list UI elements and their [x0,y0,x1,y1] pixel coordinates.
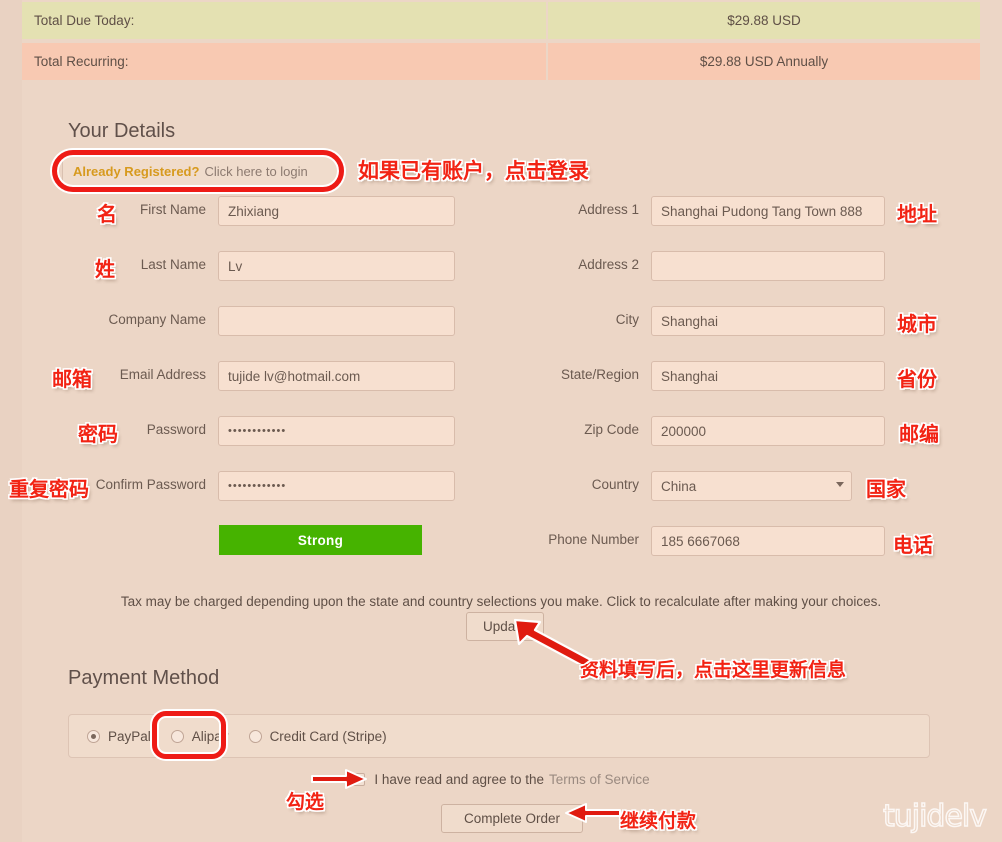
table-row: Total Recurring: $29.88 USD Annually [22,43,980,80]
annotation-city: 城市 [897,308,937,337]
payment-option-credit-card-label: Credit Card (Stripe) [270,729,387,744]
payment-option-paypal[interactable]: PayPal [87,729,151,744]
city-field: City [651,306,885,336]
state-region-label: State/Region [561,367,639,382]
password-label: Password [147,422,206,437]
last-name-input[interactable] [218,251,455,281]
table-row: Total Due Today: $29.88 USD [22,2,980,39]
page-left-edge [0,0,22,842]
address2-field: Address 2 [651,251,885,281]
annotation-state: 省份 [897,363,937,392]
order-totals-table: Total Due Today: $29.88 USD Total Recurr… [22,0,980,80]
annotation-last-name: 姓 [95,253,115,282]
country-field: Country [651,471,852,501]
zip-code-label: Zip Code [584,422,639,437]
phone-number-field: Phone Number [651,526,885,556]
address1-input[interactable] [651,196,885,226]
phone-number-label: Phone Number [548,532,639,547]
annotation-email: 邮箱 [52,363,92,392]
company-name-field: Company Name [218,306,455,336]
watermark: tujidelv [883,799,986,834]
state-region-field: State/Region [651,361,885,391]
confirm-password-field-row: Confirm Password [218,471,455,501]
update-button[interactable]: Update [466,612,544,641]
tax-note-text: Tax may be charged depending upon the st… [0,594,1002,609]
password-strength-bar: Strong [219,525,422,555]
total-recurring-label: Total Recurring: [22,43,548,80]
password-input[interactable] [218,416,455,446]
address1-field: Address 1 [651,196,885,226]
payment-option-alipay-label: Alipay [192,729,229,744]
city-input[interactable] [651,306,885,336]
total-recurring-value: $29.88 USD Annually [548,43,980,80]
annotation-first-name: 名 [97,198,117,227]
last-name-label: Last Name [141,257,206,272]
annotation-login: 如果已有账户，点击登录 [358,155,589,185]
annotation-phone: 电话 [893,529,933,558]
your-details-heading: Your Details [68,120,175,143]
annotation-complete: 继续付款 [620,806,696,833]
country-select[interactable] [651,471,852,501]
password-field-row: Password [218,416,455,446]
already-registered-login-link[interactable]: Already Registered? Click here to login [62,156,338,186]
annotation-zip: 邮编 [899,418,939,447]
city-label: City [616,312,639,327]
annotation-address: 地址 [897,198,937,227]
annotation-update: 资料填写后，点击这里更新信息 [580,655,846,682]
email-address-field: Email Address [218,361,455,391]
radio-credit-card-icon[interactable] [249,730,262,743]
email-field[interactable] [218,361,455,391]
terms-of-service-link[interactable]: Terms of Service [549,772,650,787]
payment-method-options: PayPal Alipay Credit Card (Stripe) [68,714,930,758]
payment-method-heading: Payment Method [68,667,219,690]
address2-input[interactable] [651,251,885,281]
payment-option-alipay[interactable]: Alipay [171,729,229,744]
zip-code-input[interactable] [651,416,885,446]
state-region-input[interactable] [651,361,885,391]
last-name-field: Last Name [218,251,455,281]
total-due-today-label: Total Due Today: [22,2,548,39]
first-name-field: First Name [218,196,455,226]
annotation-checkbox: 勾选 [286,787,324,814]
company-name-label: Company Name [108,312,206,327]
country-label: Country [592,477,639,492]
terms-of-service-row: I have read and agree to the Terms of Se… [0,772,1002,787]
radio-alipay-icon[interactable] [171,730,184,743]
zip-code-field: Zip Code [651,416,885,446]
click-here-to-login-label: Click here to login [204,164,307,179]
first-name-input[interactable] [218,196,455,226]
payment-option-paypal-label: PayPal [108,729,151,744]
company-name-input[interactable] [218,306,455,336]
annotation-confirm-password: 重复密码 [9,473,89,502]
radio-paypal-icon[interactable] [87,730,100,743]
terms-checkbox[interactable] [352,773,365,786]
complete-order-button[interactable]: Complete Order [441,804,583,833]
email-address-label: Email Address [120,367,206,382]
address1-label: Address 1 [578,202,639,217]
already-registered-label: Already Registered? [73,164,199,179]
annotation-password: 密码 [78,418,118,447]
phone-number-input[interactable] [651,526,885,556]
payment-option-credit-card[interactable]: Credit Card (Stripe) [249,729,387,744]
annotation-country: 国家 [866,473,906,502]
address2-label: Address 2 [578,257,639,272]
terms-agree-text: I have read and agree to the [374,772,544,787]
first-name-label: First Name [140,202,206,217]
total-due-today-value: $29.88 USD [548,2,980,39]
confirm-password-input[interactable] [218,471,455,501]
confirm-password-label: Confirm Password [96,477,206,492]
